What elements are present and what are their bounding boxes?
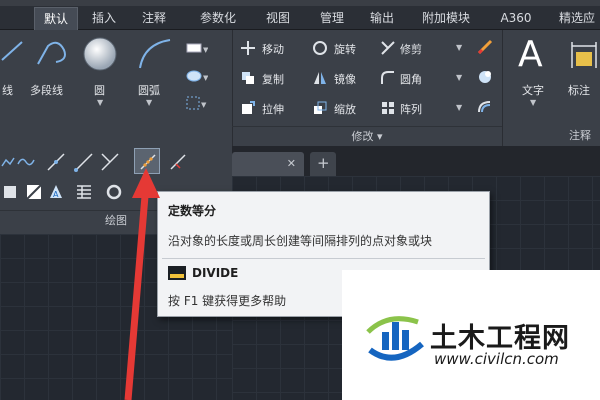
polyline-icon[interactable] [34,36,74,70]
svg-text:A: A [53,190,59,199]
arc-icon[interactable] [134,36,174,72]
trim-label[interactable]: 修剪 [400,41,422,57]
tab-manage[interactable]: 管理 [312,7,352,30]
array-icon[interactable] [380,100,396,116]
text-dropdown-icon[interactable]: ▼ [530,98,536,107]
arc-label: 圆弧 [138,84,160,97]
annotation-panel-title[interactable]: 注释 [560,126,600,146]
copy-icon[interactable] [240,70,256,86]
tab-a360[interactable]: A360 [494,7,538,30]
svg-text:▼: ▼ [203,46,208,54]
new-tab-button[interactable]: + [310,152,336,176]
scale-icon[interactable] [312,100,328,116]
divider [162,258,485,259]
tab-featured[interactable]: 精选应 [554,7,600,30]
trim-dropdown-icon[interactable]: ▼ [456,43,462,52]
rotate-label[interactable]: 旋转 [334,41,356,57]
copy-label[interactable]: 复制 [262,71,284,87]
document-tab[interactable]: ✕ [232,152,304,176]
civilcn-logo [366,316,424,361]
svg-text:▼: ▼ [201,101,207,109]
plus-icon: + [317,154,330,172]
tab-addins[interactable]: 附加模块 [414,7,478,30]
boundary-icon[interactable] [0,182,20,202]
array-dropdown-icon[interactable]: ▼ [456,103,462,112]
hatch-icon[interactable]: ▼ [184,94,208,112]
line-label: 线 [2,84,13,97]
polyline-label: 多段线 [30,84,63,97]
circle-label: 圆 [94,84,105,97]
move-icon[interactable] [240,40,256,56]
rotate-icon[interactable] [312,40,328,56]
mirror-label[interactable]: 镜像 [334,71,356,87]
svg-text:▼: ▼ [203,74,208,82]
mirror-icon[interactable] [312,70,328,86]
tab-parametric[interactable]: 参数化 [192,7,244,30]
move-label[interactable]: 移动 [262,41,284,57]
wipeout-icon[interactable]: A [46,182,66,202]
stretch-icon[interactable] [240,100,256,116]
rectangle-icon[interactable]: ▼ [184,40,208,56]
annotation-arrow [124,168,160,400]
fillet-icon[interactable] [380,70,396,86]
array-label[interactable]: 阵列 [400,101,422,117]
separator [502,30,503,146]
dimension-label[interactable]: 标注 [568,82,590,98]
dimension-icon[interactable] [568,38,600,74]
offset-icon[interactable] [476,98,494,116]
circle-dropdown-icon[interactable]: ▼ [97,98,103,107]
ribbon-tab-bar: 默认 插入 注释 参数化 视图 管理 输出 附加模块 A360 精选应 [0,0,600,30]
fillet-label[interactable]: 圆角 [400,71,422,87]
tab-default[interactable]: 默认 [34,7,78,30]
circle-icon[interactable] [82,36,118,72]
tab-output[interactable]: 输出 [362,7,402,30]
modify-panel-title[interactable]: 修改 ▾ [232,126,502,146]
ray-icon[interactable] [74,152,94,172]
ellipse-icon[interactable]: ▼ [184,68,208,84]
watermark: 土木工程网 www.civilcn.com [342,270,600,400]
scale-label[interactable]: 缩放 [334,101,356,117]
arc-dropdown-icon[interactable]: ▼ [146,98,152,107]
text-label[interactable]: 文字 [522,82,544,98]
watermark-url: www.civilcn.com [434,350,559,368]
explode-icon[interactable] [476,68,494,86]
region-icon[interactable] [24,182,44,202]
trim-icon[interactable] [380,40,396,56]
line-icon[interactable] [0,38,26,64]
construction-line-icon[interactable] [46,152,66,172]
spline-fit-icon[interactable] [16,152,36,172]
tab-view[interactable]: 视图 [258,7,298,30]
fillet-dropdown-icon[interactable]: ▼ [456,73,462,82]
close-icon[interactable]: ✕ [287,157,296,170]
title-strip [0,0,600,6]
erase-icon[interactable] [476,38,494,56]
table-icon[interactable] [74,182,94,202]
ribbon-body: 线 多段线 圆 ▼ 圆弧 ▼ ▼ ▼ ▼ 移动 旋转 修剪 ▼ 复制 镜像 圆角… [0,30,600,146]
tooltip-description: 沿对象的长度或周长创建等间隔排列的点对象或块 [168,234,433,248]
tab-insert[interactable]: 插入 [84,7,124,30]
tab-annotate[interactable]: 注释 [134,7,174,30]
tooltip-command: DIVIDE [192,266,239,280]
stretch-label[interactable]: 拉伸 [262,101,284,117]
text-icon[interactable]: A [518,34,543,75]
